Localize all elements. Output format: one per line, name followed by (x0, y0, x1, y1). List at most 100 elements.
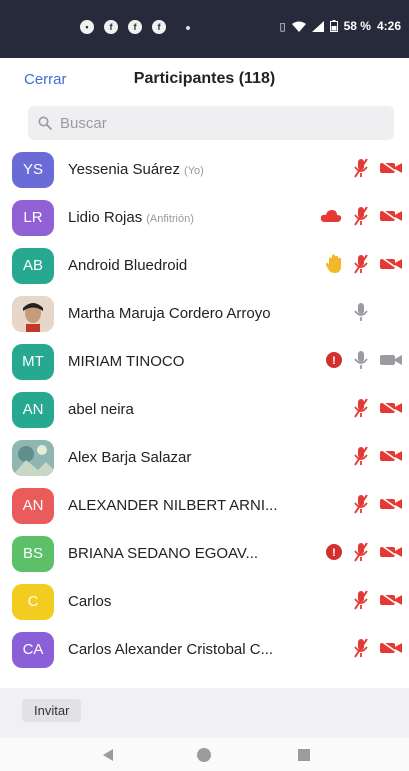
participant-role: (Yo) (184, 165, 204, 177)
participant-status-icons: ! (325, 541, 403, 567)
participant-row[interactable]: BS BRIANA SEDANO EGOAV...! (0, 530, 409, 578)
facebook-icon: f (128, 20, 142, 34)
back-icon[interactable] (100, 747, 116, 763)
mic-status[interactable] (353, 302, 369, 327)
mic-muted-icon (354, 157, 368, 178)
participant-status-icons (319, 205, 403, 231)
mic-status[interactable] (353, 493, 369, 519)
invite-button[interactable]: Invitar (22, 699, 82, 722)
participant-row[interactable]: C Carlos (0, 578, 409, 626)
mic-icon (354, 350, 368, 369)
status-bar: • f f f ▯ 58 % 4:26 (0, 0, 409, 58)
avatar: MT (12, 344, 54, 380)
navigation-bar (0, 738, 409, 771)
more-notifications-icon (186, 26, 190, 30)
participant-name: abel neira (68, 401, 134, 418)
mic-status[interactable] (353, 397, 369, 423)
video-status[interactable] (379, 207, 403, 229)
search-box[interactable] (28, 106, 394, 140)
avatar: LR (12, 200, 54, 236)
svg-text:!: ! (332, 355, 336, 367)
participant-name: BRIANA SEDANO EGOAV... (68, 545, 258, 562)
participant-row[interactable]: YS Yessenia Suárez (Yo) (0, 146, 409, 194)
mic-status[interactable] (353, 253, 369, 279)
avatar-photo (12, 440, 54, 476)
video-status[interactable] (379, 159, 403, 181)
notification-icons: • f f f (80, 20, 190, 34)
system-status: ▯ 58 % 4:26 (280, 19, 401, 33)
participant-status-icons (353, 302, 403, 326)
avatar (12, 296, 54, 332)
participant-row[interactable]: AN abel neira (0, 386, 409, 434)
video-off-icon (380, 207, 402, 224)
mic-status[interactable] (353, 589, 369, 615)
participant-name-text: Alex Barja Salazar (68, 449, 192, 466)
participant-status-icons (353, 397, 403, 423)
participant-status-icons: ! (325, 350, 403, 374)
video-status[interactable] (379, 639, 403, 661)
participant-name: Lidio Rojas (Anfitrión) (68, 209, 194, 226)
facebook-icon: f (152, 20, 166, 34)
participant-name-text: MIRIAM TINOCO (68, 353, 185, 370)
avatar: AB (12, 248, 54, 284)
participant-row[interactable]: AN ALEXANDER NILBERT ARNI... (0, 482, 409, 530)
vibrate-icon: ▯ (279, 20, 286, 33)
mic-muted-icon (354, 445, 368, 466)
video-off-icon (380, 159, 402, 176)
svg-text:!: ! (332, 547, 336, 559)
mic-status[interactable] (353, 350, 369, 375)
chat-badge: ! (325, 351, 343, 374)
mic-icon (354, 302, 368, 321)
participant-name-text: BRIANA SEDANO EGOAV... (68, 545, 259, 562)
participant-role: (Anfitrión) (146, 213, 194, 225)
video-status[interactable] (379, 447, 403, 469)
mic-status[interactable] (353, 205, 369, 231)
video-status[interactable] (379, 495, 403, 517)
wifi-icon (291, 21, 306, 32)
chat-badge-icon: ! (326, 351, 342, 368)
participant-row[interactable]: LR Lidio Rojas (Anfitrión) (0, 194, 409, 242)
participant-row[interactable]: Alex Barja Salazar (0, 434, 409, 482)
video-off-icon (380, 639, 402, 656)
video-status[interactable] (379, 543, 403, 565)
participant-name-text: Lidio Rojas (68, 209, 143, 226)
mic-status[interactable] (353, 637, 369, 663)
participant-row[interactable]: MT MIRIAM TINOCO! (0, 338, 409, 386)
battery-icon (329, 20, 338, 32)
participant-name: Carlos Alexander Cristobal C... (68, 641, 273, 658)
participant-name: Alex Barja Salazar (68, 449, 191, 466)
video-status[interactable] (379, 352, 403, 373)
video-off-icon (380, 447, 402, 464)
participant-status-icons (353, 589, 403, 615)
participant-row[interactable]: AB Android Bluedroid (0, 242, 409, 290)
video-off-icon (380, 543, 402, 560)
mic-muted-icon (354, 253, 368, 274)
video-off-icon (380, 495, 402, 512)
header: Cerrar Participantes (118) (0, 58, 409, 102)
home-icon[interactable] (196, 747, 212, 763)
mic-status[interactable] (353, 157, 369, 183)
video-status[interactable] (379, 255, 403, 277)
avatar: BS (12, 536, 54, 572)
avatar: CA (12, 632, 54, 668)
participant-name: Martha Maruja Cordero Arroyo (68, 305, 271, 322)
participant-name-text: Carlos (68, 593, 112, 610)
video-off-icon (380, 399, 402, 416)
avatar: AN (12, 488, 54, 524)
mic-muted-icon (354, 205, 368, 226)
mic-status[interactable] (353, 445, 369, 471)
mic-status[interactable] (353, 541, 369, 567)
participant-row[interactable]: Martha Maruja Cordero Arroyo (0, 290, 409, 338)
recents-icon[interactable] (296, 747, 312, 763)
video-status[interactable] (379, 591, 403, 613)
mic-muted-icon (354, 637, 368, 658)
participant-row[interactable]: CA Carlos Alexander Cristobal C... (0, 626, 409, 674)
participant-name-text: Android Bluedroid (68, 257, 188, 274)
participant-status-icons (353, 493, 403, 519)
search-input[interactable] (60, 114, 360, 132)
participants-list[interactable]: YS Yessenia Suárez (Yo) LR Lidio Rojas (Anfit… (0, 146, 409, 688)
participant-name-text: abel neira (68, 401, 134, 418)
video-status[interactable] (379, 399, 403, 421)
raised-hand-icon (325, 254, 341, 273)
participant-name-text: Carlos Alexander Cristobal C... (68, 641, 274, 658)
